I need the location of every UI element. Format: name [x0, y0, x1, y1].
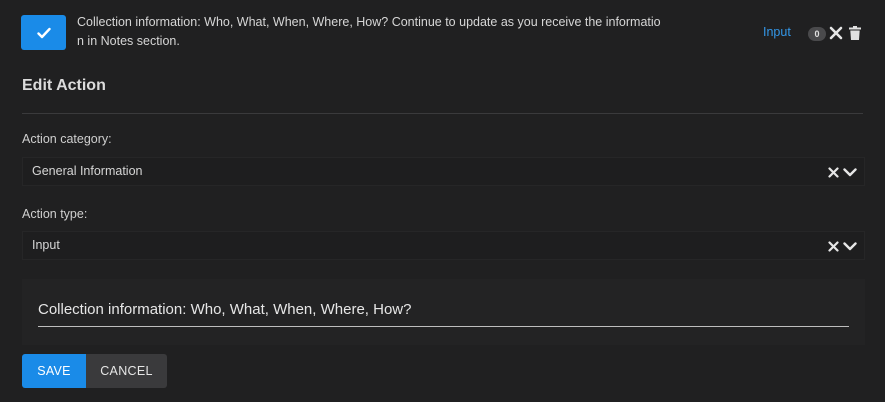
action-category-select[interactable]: General Information: [22, 157, 865, 186]
action-category-label: Action category:: [22, 132, 112, 146]
chevron-down-icon[interactable]: [843, 242, 857, 251]
action-type-link[interactable]: Input: [763, 25, 791, 39]
action-text-container: Collection information: Who, What, When,…: [22, 279, 865, 345]
check-icon: [36, 27, 51, 38]
action-editor: Collection information: Who, What, When,…: [0, 0, 885, 402]
action-category-value: General Information: [32, 164, 143, 178]
count-badge: 0: [808, 27, 826, 41]
clear-icon[interactable]: [828, 241, 839, 252]
cancel-button[interactable]: CANCEL: [86, 354, 167, 388]
trash-icon[interactable]: [849, 26, 861, 40]
section-divider: [22, 113, 863, 114]
clear-icon[interactable]: [828, 167, 839, 178]
save-button[interactable]: SAVE: [22, 354, 86, 388]
action-type-select[interactable]: Input: [22, 231, 865, 260]
edit-action-title: Edit Action: [22, 77, 106, 94]
action-description: Collection information: Who, What, When,…: [77, 15, 661, 48]
chevron-down-icon[interactable]: [843, 168, 857, 177]
action-type-value: Input: [32, 238, 60, 252]
close-icon[interactable]: [829, 26, 843, 40]
action-complete-checkbox[interactable]: [21, 15, 66, 50]
action-text-input[interactable]: Collection information: Who, What, When,…: [38, 301, 849, 327]
action-type-label: Action type:: [22, 207, 88, 221]
